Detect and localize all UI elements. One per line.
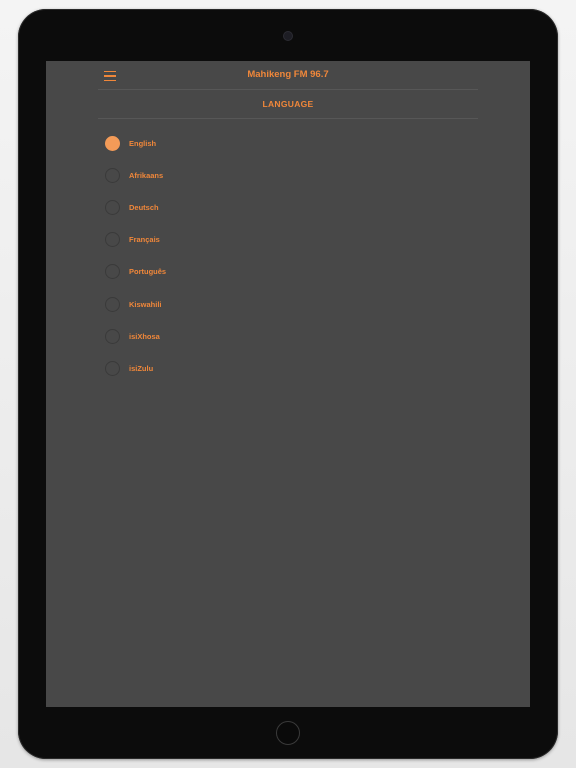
language-option-deutsch[interactable]: Deutsch <box>105 191 485 223</box>
language-label: Português <box>129 267 167 277</box>
language-label: isiXhosa <box>129 331 160 341</box>
language-label: isiZulu <box>129 363 154 373</box>
language-option-kiswahili[interactable]: Kiswahili <box>105 288 485 320</box>
language-label: English <box>129 138 157 148</box>
radio-button[interactable] <box>105 264 120 280</box>
language-option-francais[interactable]: Français <box>105 224 485 256</box>
front-camera <box>284 32 292 40</box>
radio-button[interactable] <box>105 328 120 344</box>
language-label: Kiswahili <box>129 299 162 309</box>
language-option-afrikaans[interactable]: Afrikaans <box>105 159 485 191</box>
language-option-isixhosa[interactable]: isiXhosa <box>105 320 485 352</box>
language-label: Deutsch <box>129 202 159 212</box>
menu-line <box>104 75 116 77</box>
language-option-english[interactable]: English <box>105 127 485 159</box>
radio-button[interactable] <box>105 232 120 248</box>
language-list: English Afrikaans Deutsch Français Portu… <box>105 127 485 385</box>
app-screen: Mahikeng FM 96.7 LANGUAGE English Afrika… <box>46 61 530 707</box>
tablet-device-frame: Mahikeng FM 96.7 LANGUAGE English Afrika… <box>18 9 558 759</box>
language-section-header: LANGUAGE <box>98 89 478 119</box>
language-label: Afrikaans <box>129 170 164 180</box>
home-button[interactable] <box>276 721 300 745</box>
radio-button[interactable] <box>105 135 120 151</box>
language-option-portugues[interactable]: Português <box>105 256 485 288</box>
language-option-isizulu[interactable]: isiZulu <box>105 352 485 384</box>
section-title: LANGUAGE <box>262 99 314 109</box>
menu-line <box>104 70 116 73</box>
hamburger-menu-icon[interactable] <box>104 69 118 83</box>
language-label: Français <box>129 235 160 245</box>
menu-line <box>104 79 116 82</box>
radio-button[interactable] <box>105 167 120 183</box>
app-title: Mahikeng FM 96.7 <box>247 69 329 80</box>
radio-button[interactable] <box>105 360 120 376</box>
radio-button[interactable] <box>105 296 120 312</box>
radio-button[interactable] <box>105 199 120 215</box>
